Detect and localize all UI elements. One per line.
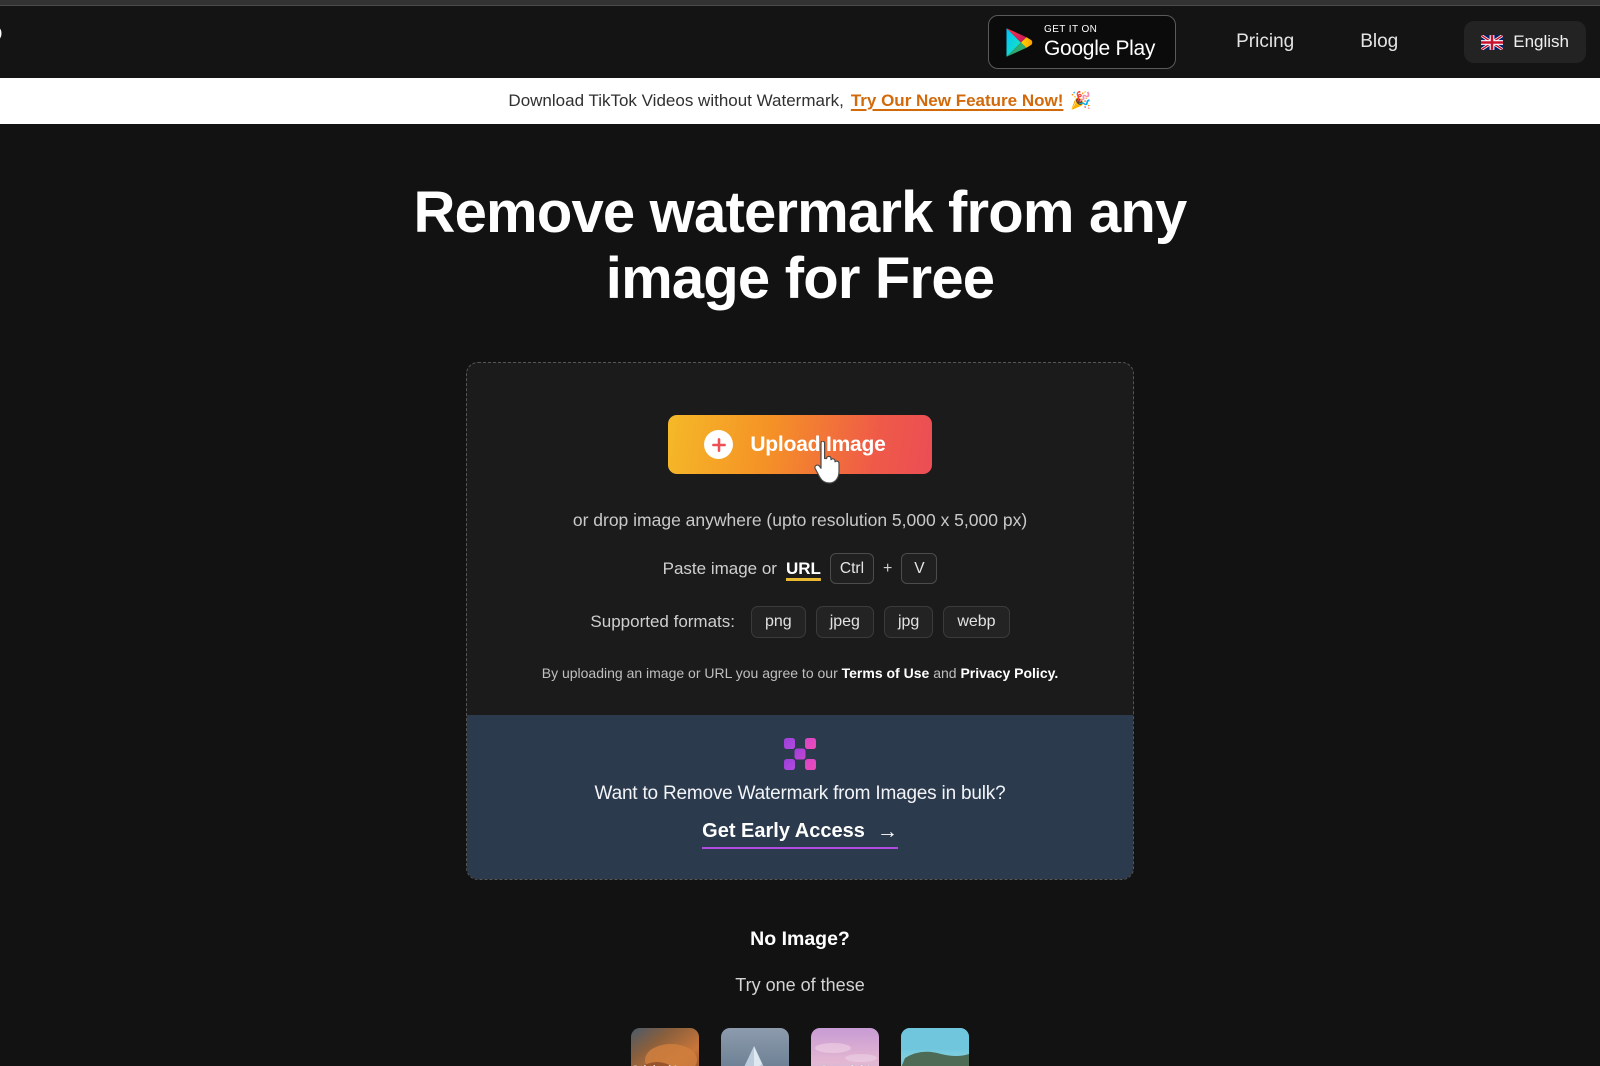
language-switcher[interactable]: English (1464, 21, 1586, 63)
party-popper-icon: 🎉 (1070, 91, 1091, 111)
paste-url-link[interactable]: URL (786, 559, 821, 579)
terms-disclaimer: By uploading an image or URL you agree t… (493, 665, 1107, 681)
supported-formats-label: Supported formats: (590, 612, 735, 632)
format-chip-png[interactable]: png (751, 606, 806, 638)
google-play-small-label: GET IT ON (1044, 25, 1155, 35)
page-title: Remove watermark from any image for Free (400, 180, 1200, 312)
upload-image-button[interactable]: Upload Image (668, 415, 931, 474)
plus-icon (704, 430, 733, 459)
format-chip-webp[interactable]: webp (943, 606, 1009, 638)
sample-thumb-iceberg[interactable]: my company na (721, 1028, 789, 1066)
page-main: Remove watermark from any image for Free… (0, 124, 1600, 1066)
paste-row: Paste image or URL Ctrl + V (493, 553, 1107, 584)
sample-thumb-sunset-coast[interactable]: Copyright (811, 1028, 879, 1066)
terms-and: and (933, 665, 956, 681)
upload-button-label: Upload Image (750, 433, 885, 457)
nav-link-blog[interactable]: Blog (1342, 21, 1416, 63)
terms-prefix: By uploading an image or URL you agree t… (542, 665, 838, 681)
sample-thumb-dog[interactable]: Original Image (631, 1028, 699, 1066)
key-v[interactable]: V (901, 553, 937, 584)
format-chip-jpg[interactable]: jpg (884, 606, 933, 638)
samples-title: No Image? (0, 928, 1600, 951)
announcement-link[interactable]: Try Our New Feature Now! (851, 91, 1064, 111)
supported-formats-row: Supported formats: png jpeg jpg webp (493, 606, 1107, 638)
google-play-text: GET IT ON Google Play (1044, 25, 1155, 59)
paste-prefix-label: Paste image or (663, 559, 777, 579)
format-chip-jpeg[interactable]: jpeg (816, 606, 874, 638)
uk-flag-icon (1481, 35, 1503, 50)
get-early-access-link[interactable]: Get Early Access → (702, 820, 898, 849)
google-play-badge[interactable]: GET IT ON Google Play (988, 15, 1176, 69)
terms-of-use-link[interactable]: Terms of Use (842, 665, 930, 681)
upload-button-row: Upload Image (493, 415, 1107, 474)
key-ctrl[interactable]: Ctrl (830, 553, 874, 584)
logo-main-text: .io (0, 19, 2, 46)
nav-link-pricing[interactable]: Pricing (1218, 21, 1312, 63)
google-play-big-label: Google Play (1044, 38, 1155, 59)
bulk-promo-panel: Want to Remove Watermark from Images in … (467, 715, 1133, 879)
announcement-text: Download TikTok Videos without Watermark… (508, 91, 843, 111)
header-right-group: GET IT ON Google Play Pricing Blog Engli… (988, 15, 1600, 69)
bulk-question-text: Want to Remove Watermark from Images in … (487, 783, 1113, 805)
privacy-policy-link[interactable]: Privacy Policy. (960, 665, 1058, 681)
key-plus-separator: + (883, 560, 892, 578)
language-label: English (1513, 32, 1569, 52)
drop-hint-text: or drop image anywhere (upto resolution … (493, 510, 1107, 531)
announcement-banner: Download TikTok Videos without Watermark… (0, 78, 1600, 124)
google-play-triangle-icon (1005, 27, 1033, 58)
site-logo[interactable]: .io n.io (0, 19, 2, 66)
sample-thumb-pier[interactable] (901, 1028, 969, 1066)
upload-card: Upload Image or drop image anywhere (upt… (466, 362, 1134, 880)
bulk-grid-icon (783, 737, 817, 771)
samples-subtitle: Try one of these (0, 975, 1600, 996)
get-early-access-label: Get Early Access (702, 820, 865, 843)
dropzone[interactable]: Upload Image or drop image anywhere (upt… (467, 363, 1133, 715)
arrow-right-icon: → (877, 821, 898, 842)
samples-row: Original Image (0, 1028, 1600, 1066)
samples-section: No Image? Try one of these Origina (0, 928, 1600, 1066)
site-header: .io n.io (0, 6, 1600, 78)
